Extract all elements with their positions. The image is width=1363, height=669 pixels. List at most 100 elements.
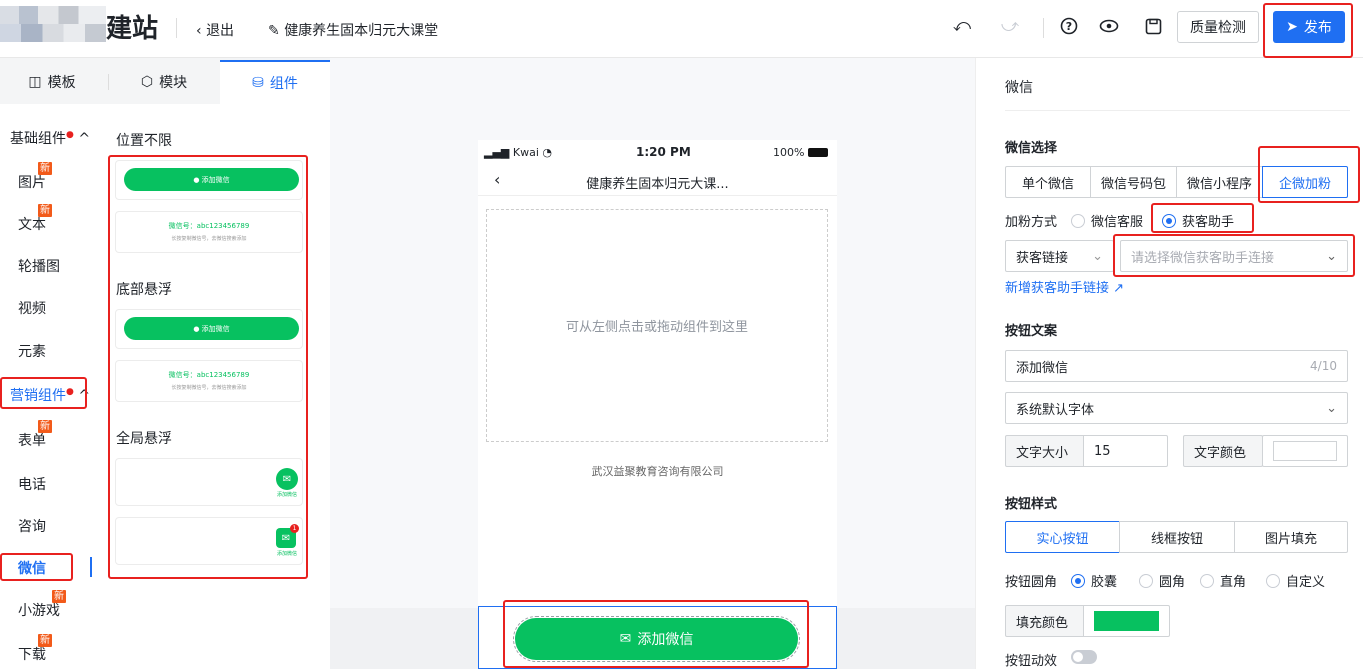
category-item-form[interactable]: 表单新 <box>18 420 106 450</box>
section-title: 底部悬浮 <box>116 282 172 298</box>
fan-method-assistant[interactable]: 获客助手 <box>1162 211 1234 230</box>
svg-text:?: ? <box>1066 20 1072 33</box>
fill-color-picker[interactable] <box>1083 605 1170 637</box>
select-placeholder: 请选择微信获客助手连接 <box>1131 250 1275 266</box>
font-color-picker[interactable] <box>1262 435 1348 467</box>
wechat-id-card[interactable] <box>115 211 303 253</box>
drop-zone[interactable]: 可从左侧点击或拖动组件到这里 <box>486 209 828 442</box>
divider <box>1043 18 1044 38</box>
chevron-up-icon: ^ <box>78 388 91 404</box>
divider <box>108 74 109 90</box>
style-solid[interactable]: 实心按钮 <box>1005 521 1120 553</box>
button-style-heading: 按钮样式 <box>1005 497 1058 512</box>
new-badge: 新 <box>38 634 52 647</box>
corner-label: 按钮圆角 <box>1005 575 1058 590</box>
publish-label: 发布 <box>1303 20 1332 36</box>
wechat-icon: ✉ <box>276 468 298 490</box>
font-color-label: 文字颜色 <box>1183 435 1263 467</box>
wechat-type-single[interactable]: 单个微信 <box>1005 166 1091 198</box>
radio-label: 圆角 <box>1159 575 1186 590</box>
new-badge: 新 <box>38 420 52 433</box>
style-image-fill[interactable]: 图片填充 <box>1234 521 1348 553</box>
category-item-consult[interactable]: 咨询 <box>18 516 106 536</box>
category-label: 基础组件 <box>10 131 66 147</box>
category-label: 小游戏 <box>18 603 60 619</box>
corner-custom[interactable]: 自定义 <box>1266 571 1325 590</box>
company-name: 武汉益聚教育咨询有限公司 <box>591 465 724 478</box>
corner-square[interactable]: 直角 <box>1200 571 1246 590</box>
category-basic[interactable]: 基础组件● ^ <box>10 128 98 148</box>
fan-method-label: 加粉方式 <box>1005 215 1058 230</box>
category-list: 基础组件● ^ 图片新 文本新 轮播图 视频 元素 营销组件● ^ 表单新 电话… <box>0 104 100 669</box>
quality-check-button[interactable]: 质量检测 <box>1177 11 1259 43</box>
float-wechat-card[interactable] <box>115 458 303 506</box>
category-item-phone[interactable]: 电话 <box>18 474 106 494</box>
tab-label: 组件 <box>269 76 298 92</box>
status-carrier: ▂▄▆ Kwai ◔ <box>484 146 552 159</box>
category-label: 下载 <box>18 647 46 663</box>
radio-label: 自定义 <box>1286 575 1326 590</box>
wifi-icon: ◔ <box>542 146 552 159</box>
radio-checked-icon <box>1162 214 1176 228</box>
radio-label: 直角 <box>1220 575 1247 590</box>
category-item-text[interactable]: 文本新 <box>18 204 106 234</box>
carrier-text: Kwai <box>512 146 539 159</box>
font-size-input[interactable]: 15 <box>1083 435 1168 467</box>
brand-title: 建站 <box>106 14 159 44</box>
dot-icon: ● <box>66 387 74 397</box>
select-value: 获客链接 <box>1016 250 1069 266</box>
category-item-minigame[interactable]: 小游戏新 <box>18 590 106 620</box>
tab-label: 模块 <box>159 75 188 91</box>
save-icon[interactable] <box>1141 14 1165 38</box>
wechat-select-heading: 微信选择 <box>1005 141 1058 156</box>
external-link-icon: ↗ <box>1113 281 1125 296</box>
sample-wechat-id: 微信号：abc123456789 <box>168 371 250 379</box>
category-item-video[interactable]: 视频 <box>18 298 106 318</box>
exit-label: 退出 <box>206 23 235 39</box>
style-outline[interactable]: 线框按钮 <box>1119 521 1235 553</box>
float-wechat-card[interactable] <box>115 517 303 565</box>
page-name-edit[interactable]: ✎ 健康养生固本归元大课堂 <box>268 20 438 40</box>
status-time: 1:20 PM <box>636 145 691 159</box>
publish-button[interactable]: ➤ 发布 <box>1273 11 1345 43</box>
new-badge: 新 <box>38 204 52 217</box>
template-icon: ◫ <box>28 74 42 90</box>
wechat-id-card[interactable] <box>115 360 303 402</box>
category-item-carousel[interactable]: 轮播图 <box>18 256 106 276</box>
category-item-download[interactable]: 下载新 <box>18 634 106 664</box>
category-item-image[interactable]: 图片新 <box>18 162 106 192</box>
signal-icon: ▂▄▆ <box>484 146 513 159</box>
category-item-wechat[interactable]: 微信 <box>18 558 106 578</box>
undo-icon[interactable]: ⤺ <box>950 14 974 38</box>
send-icon: ➤ <box>1286 19 1298 35</box>
phone-title: 健康养生固本归元大课... <box>586 177 729 192</box>
wechat-type-package[interactable]: 微信号码包 <box>1090 166 1177 198</box>
button-text-input[interactable]: 添加微信 4/10 <box>1005 350 1348 382</box>
redo-icon[interactable]: ⤻ <box>998 14 1022 38</box>
fan-method-service[interactable]: 微信客服 <box>1071 211 1143 230</box>
active-indicator <box>90 557 92 577</box>
animation-toggle[interactable] <box>1071 650 1097 664</box>
font-select[interactable]: 系统默认字体 ⌄ <box>1005 392 1348 424</box>
category-marketing[interactable]: 营销组件● ^ <box>10 385 98 405</box>
corner-capsule[interactable]: 胶囊 <box>1071 571 1117 590</box>
wechat-type-enterprise[interactable]: 企微加粉 <box>1262 166 1348 198</box>
float-label: 添加微信 <box>276 551 297 557</box>
category-item-element[interactable]: 元素 <box>18 341 106 361</box>
preview-eye-icon[interactable] <box>1097 14 1121 38</box>
help-icon[interactable]: ? <box>1057 14 1081 38</box>
radio-icon <box>1071 214 1085 228</box>
category-label: 表单 <box>18 433 46 449</box>
link-type-select[interactable]: 获客链接 ⌄ <box>1005 240 1114 272</box>
assistant-link-select[interactable]: 请选择微信获客助手连接 ⌄ <box>1120 240 1348 272</box>
corner-round[interactable]: 圆角 <box>1139 571 1185 590</box>
tab-template[interactable]: ◫ 模板 <box>0 60 104 104</box>
add-wechat-cta-button[interactable]: ✉ 添加微信 <box>515 618 798 660</box>
add-assistant-link[interactable]: 新增获客助手链接 ↗ <box>1005 277 1124 296</box>
tab-module[interactable]: ⬡ 模块 <box>112 60 216 104</box>
sample-label: 添加微信 <box>201 324 230 333</box>
section-title: 位置不限 <box>116 133 172 149</box>
exit-button[interactable]: ‹ 退出 <box>196 20 234 40</box>
tab-component[interactable]: ⛁ 组件 <box>220 60 330 104</box>
wechat-type-miniprogram[interactable]: 微信小程序 <box>1176 166 1263 198</box>
